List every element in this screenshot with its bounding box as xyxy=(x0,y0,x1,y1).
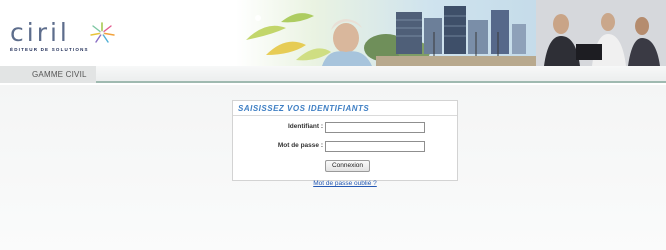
ciril-logo: ciril ÉDITEUR DE SOLUTIONS xyxy=(10,20,140,58)
logo-tagline: ÉDITEUR DE SOLUTIONS xyxy=(10,47,89,52)
username-input[interactable] xyxy=(325,122,425,133)
username-label: Identifiant : xyxy=(287,123,323,130)
logo-word: ciril xyxy=(10,18,70,47)
login-title: SAISISSEZ VOS IDENTIFIANTS xyxy=(233,101,457,116)
login-panel: SAISISSEZ VOS IDENTIFIANTS Identifiant :… xyxy=(232,100,458,181)
nav-bar: GAMME CIVIL xyxy=(0,66,666,83)
header: ciril ÉDITEUR DE SOLUTIONS xyxy=(0,0,666,66)
password-input[interactable] xyxy=(325,141,425,152)
username-row: Identifiant : xyxy=(233,122,459,134)
tab-gamme-civil[interactable]: GAMME CIVIL xyxy=(0,66,96,83)
password-row: Mot de passe : xyxy=(233,141,459,153)
header-banner-image xyxy=(236,0,666,66)
connexion-button[interactable]: Connexion xyxy=(325,160,370,172)
forgot-password-link[interactable]: Mot de passe oublié ? xyxy=(232,180,458,187)
password-label: Mot de passe : xyxy=(277,142,323,149)
main-content: SAISISSEZ VOS IDENTIFIANTS Identifiant :… xyxy=(0,85,666,250)
logo-star-icon xyxy=(90,22,115,43)
